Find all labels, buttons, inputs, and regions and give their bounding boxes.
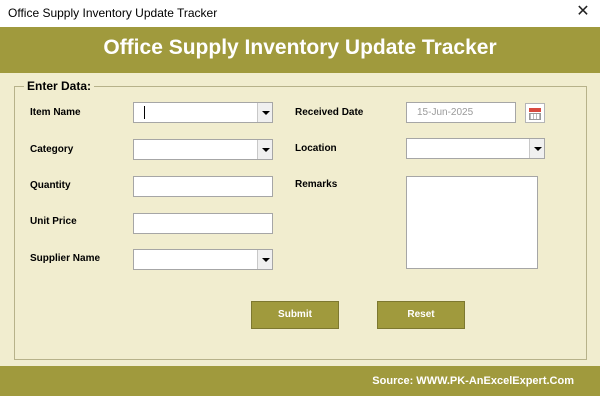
- chevron-down-icon[interactable]: [257, 103, 272, 122]
- calendar-icon-grid: [529, 113, 541, 120]
- item-name-label: Item Name: [30, 107, 81, 118]
- category-label: Category: [30, 144, 74, 155]
- calendar-icon-header: [529, 108, 541, 112]
- footer-bar: Source: WWW.PK-AnExcelExpert.Com: [0, 366, 600, 396]
- window-title: Office Supply Inventory Update Tracker: [8, 6, 218, 20]
- supplier-name-label: Supplier Name: [30, 253, 101, 264]
- received-date-label: Received Date: [295, 107, 364, 118]
- form-area: Enter Data: Item Name Category Quantity …: [0, 73, 600, 366]
- category-dropdown[interactable]: [133, 139, 273, 160]
- location-label: Location: [295, 143, 337, 154]
- chevron-down-icon[interactable]: [257, 140, 272, 159]
- unit-price-label: Unit Price: [30, 216, 77, 227]
- item-name-dropdown[interactable]: [133, 102, 273, 123]
- location-dropdown[interactable]: [406, 138, 545, 159]
- unit-price-field[interactable]: [133, 213, 273, 234]
- page-title: Office Supply Inventory Update Tracker: [103, 36, 497, 59]
- text-cursor: [144, 106, 145, 119]
- quantity-label: Quantity: [30, 180, 71, 191]
- submit-button[interactable]: Submit: [251, 301, 339, 329]
- chevron-down-icon[interactable]: [529, 139, 544, 158]
- calendar-icon[interactable]: [525, 103, 545, 123]
- close-icon[interactable]: ✕: [574, 3, 592, 21]
- source-credit: Source: WWW.PK-AnExcelExpert.Com: [372, 375, 574, 387]
- remarks-textarea[interactable]: [406, 176, 538, 269]
- received-date-value: 15-Jun-2025: [417, 107, 474, 118]
- header-banner: Office Supply Inventory Update Tracker: [0, 27, 600, 73]
- reset-button[interactable]: Reset: [377, 301, 465, 329]
- frame-legend: Enter Data:: [24, 79, 95, 93]
- supplier-name-dropdown[interactable]: [133, 249, 273, 270]
- quantity-field[interactable]: [133, 176, 273, 197]
- title-bar: Office Supply Inventory Update Tracker ✕: [0, 0, 600, 27]
- remarks-label: Remarks: [295, 179, 338, 190]
- received-date-field[interactable]: 15-Jun-2025: [406, 102, 516, 123]
- chevron-down-icon[interactable]: [257, 250, 272, 269]
